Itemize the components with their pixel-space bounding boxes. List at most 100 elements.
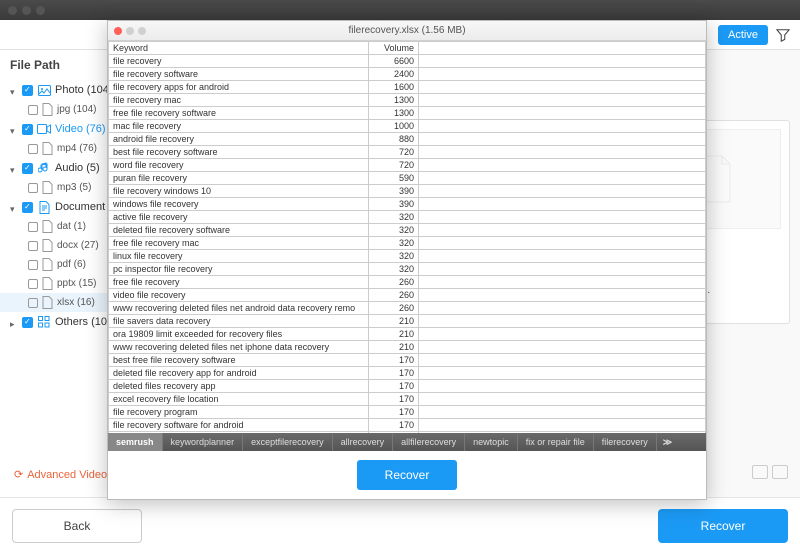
main-titlebar bbox=[0, 0, 800, 20]
sheet-tab[interactable]: allfilerecovery bbox=[393, 433, 465, 451]
chevron-down-icon[interactable] bbox=[10, 164, 18, 172]
checkbox[interactable] bbox=[28, 144, 38, 154]
sheet-tab[interactable]: keywordplanner bbox=[163, 433, 244, 451]
cell-volume: 320 bbox=[369, 250, 419, 263]
table-row: linux file recovery320 bbox=[109, 250, 706, 263]
checkbox[interactable] bbox=[28, 260, 38, 270]
minimize-icon[interactable] bbox=[126, 27, 134, 35]
cell-keyword: free file recovery software bbox=[109, 107, 369, 120]
file-icon bbox=[42, 181, 53, 194]
file-icon bbox=[42, 103, 53, 116]
chevron-down-icon[interactable] bbox=[10, 203, 18, 211]
table-row: file recovery windows 10390 bbox=[109, 185, 706, 198]
cell-keyword: video file recovery bbox=[109, 289, 369, 302]
cell-volume: 880 bbox=[369, 133, 419, 146]
col-volume: Volume bbox=[369, 42, 419, 55]
sheet-tab[interactable]: newtopic bbox=[465, 433, 518, 451]
chevron-right-icon[interactable] bbox=[10, 318, 18, 326]
chevron-down-icon[interactable] bbox=[10, 86, 18, 94]
checkbox[interactable] bbox=[28, 105, 38, 115]
table-row: excel recovery file location170 bbox=[109, 393, 706, 406]
cell-volume: 170 bbox=[369, 393, 419, 406]
cell-keyword: best file recovery software bbox=[109, 146, 369, 159]
view-list-icon[interactable] bbox=[772, 465, 788, 479]
checkbox[interactable] bbox=[28, 241, 38, 251]
cell-keyword: excel recovery file location bbox=[109, 393, 369, 406]
label: Others (10) bbox=[55, 316, 111, 328]
cell-keyword: best free file recovery software bbox=[109, 354, 369, 367]
cell-volume: 210 bbox=[369, 328, 419, 341]
cell-keyword: deleted file recovery software bbox=[109, 224, 369, 237]
cell-keyword: deleted files recovery app bbox=[109, 380, 369, 393]
maximize-icon[interactable] bbox=[138, 27, 146, 35]
cell-volume: 720 bbox=[369, 146, 419, 159]
traffic-dot[interactable] bbox=[22, 6, 31, 15]
preview-recover-button[interactable]: Recover bbox=[357, 460, 458, 490]
cell-volume: 320 bbox=[369, 211, 419, 224]
table-row: deleted file recovery software320 bbox=[109, 224, 706, 237]
label: pptx (15) bbox=[57, 278, 96, 289]
checkbox[interactable] bbox=[28, 222, 38, 232]
filter-icon[interactable] bbox=[776, 28, 790, 42]
table-row: video file recovery260 bbox=[109, 289, 706, 302]
table-row: deleted files recovery app170 bbox=[109, 380, 706, 393]
preview-title: filerecovery.xlsx (1.56 MB) bbox=[108, 25, 706, 36]
traffic-dot[interactable] bbox=[36, 6, 45, 15]
table-row: free file recovery mac320 bbox=[109, 237, 706, 250]
back-button[interactable]: Back bbox=[12, 509, 142, 543]
checkbox[interactable] bbox=[22, 163, 33, 174]
table-row: pc inspector file recovery320 bbox=[109, 263, 706, 276]
checkbox[interactable] bbox=[22, 317, 33, 328]
table-row: windows file recovery390 bbox=[109, 198, 706, 211]
cell-keyword: file recovery apps for android bbox=[109, 81, 369, 94]
preview-footer: Recover bbox=[108, 451, 706, 499]
chevron-down-icon[interactable] bbox=[10, 125, 18, 133]
label: Document ( bbox=[55, 201, 112, 213]
cell-volume: 320 bbox=[369, 237, 419, 250]
cell-volume: 170 bbox=[369, 367, 419, 380]
sheet-tab[interactable]: allrecovery bbox=[333, 433, 394, 451]
preview-titlebar[interactable]: filerecovery.xlsx (1.56 MB) bbox=[108, 21, 706, 41]
cell-volume: 390 bbox=[369, 185, 419, 198]
view-toggle bbox=[752, 465, 788, 479]
sheet-tab[interactable]: semrush bbox=[108, 433, 163, 451]
sidebar-sub-selected[interactable]: xlsx (16) bbox=[0, 293, 124, 312]
cell-volume: 1000 bbox=[369, 120, 419, 133]
file-icon bbox=[42, 258, 53, 271]
checkbox[interactable] bbox=[28, 298, 38, 308]
cell-keyword: word file recovery bbox=[109, 159, 369, 172]
checkbox[interactable] bbox=[22, 202, 33, 213]
cell-keyword: linux file recovery bbox=[109, 250, 369, 263]
checkbox[interactable] bbox=[22, 85, 33, 96]
table-row: file recovery6600 bbox=[109, 55, 706, 68]
table-row: puran file recovery590 bbox=[109, 172, 706, 185]
cell-keyword: www recovering deleted files net iphone … bbox=[109, 341, 369, 354]
cell-volume: 1300 bbox=[369, 107, 419, 120]
checkbox[interactable] bbox=[28, 279, 38, 289]
active-button[interactable]: Active bbox=[718, 25, 768, 45]
cell-volume: 720 bbox=[369, 159, 419, 172]
preview-body[interactable]: Keyword Volume file recovery6600file rec… bbox=[108, 41, 706, 433]
table-row: android file recovery880 bbox=[109, 133, 706, 146]
cell-keyword: www recovering deleted files net android… bbox=[109, 302, 369, 315]
table-row: www recovering deleted files net android… bbox=[109, 302, 706, 315]
sheet-tab[interactable]: exceptfilerecovery bbox=[243, 433, 333, 451]
cell-volume: 2400 bbox=[369, 68, 419, 81]
checkbox[interactable] bbox=[28, 183, 38, 193]
view-grid-icon[interactable] bbox=[752, 465, 768, 479]
file-icon bbox=[42, 277, 53, 290]
checkbox[interactable] bbox=[22, 124, 33, 135]
more-tabs-icon[interactable]: ≫ bbox=[657, 433, 678, 451]
table-row: free file recovery software1300 bbox=[109, 107, 706, 120]
sheet-tab[interactable]: fix or repair file bbox=[518, 433, 594, 451]
cell-volume: 170 bbox=[369, 354, 419, 367]
sheet-tab[interactable]: filerecovery bbox=[594, 433, 657, 451]
traffic-dot[interactable] bbox=[8, 6, 17, 15]
recover-button[interactable]: Recover bbox=[658, 509, 788, 543]
table-row: deleted file recovery app for android170 bbox=[109, 367, 706, 380]
close-icon[interactable] bbox=[114, 27, 122, 35]
others-icon bbox=[37, 315, 51, 329]
cell-keyword: file recovery software bbox=[109, 68, 369, 81]
cell-volume: 210 bbox=[369, 341, 419, 354]
cell-volume: 170 bbox=[369, 380, 419, 393]
